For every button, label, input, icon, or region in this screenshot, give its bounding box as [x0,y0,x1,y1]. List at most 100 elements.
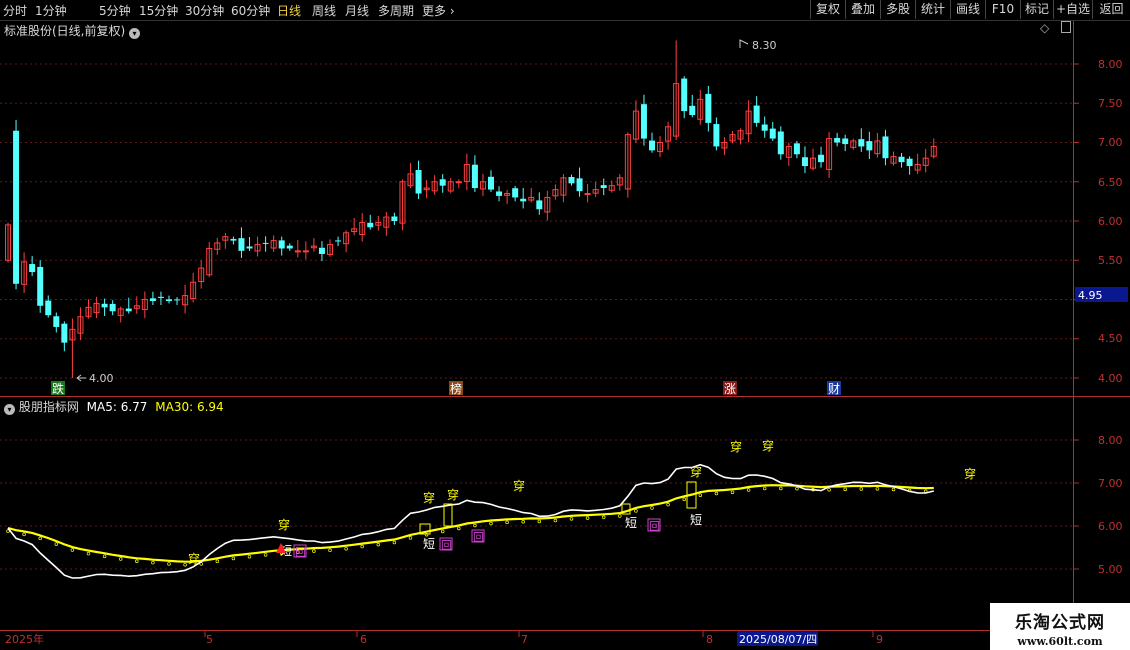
candle-body-down [898,156,905,163]
price-tick: 6.00 [1098,215,1123,228]
candle-body-down [13,130,20,284]
ma30-dot [263,553,268,557]
candle-body-down [842,138,849,145]
price-tick: 8.00 [1098,58,1123,71]
ma30-dot [118,557,123,561]
ma30-dot [859,487,864,491]
kline-chart[interactable]: 穿穿穿 穿穿穿穿 穿穿短 短短 短回回回回 8.00 7.50 7.00 6.50 6.… [0,0,1130,650]
ma30-dot [634,509,638,513]
signal-chuan: 穿 [513,478,525,493]
time-label: 7 [521,633,528,646]
candle-body-down [335,240,342,242]
ma30-dot [376,542,381,547]
signal-hui: 回 [295,546,306,559]
signal-chuan: 穿 [278,517,290,532]
diamond-icon[interactable]: ◇ [1040,21,1049,35]
candle-body-down [649,140,655,151]
candle-body-down [174,299,181,301]
candle-body-down [238,238,245,251]
time-label: 8 [706,633,713,646]
candle-body-down [818,154,825,163]
signal-hui: 回 [473,531,484,544]
indicator-signals: 穿穿穿 穿穿穿穿 穿穿短 短短 短回回回回 [188,438,976,566]
ma30-line [7,484,934,563]
ma30-dot [682,497,686,502]
candle-body-down [793,143,800,155]
candle-body-down [496,191,503,196]
indicator-tick: 8.00 [1098,434,1123,447]
candle-body-down [640,104,647,139]
ma30-dot [440,529,445,534]
time-label: 6 [360,633,367,646]
ma30-dot [585,516,590,520]
ma30-dot [328,548,332,553]
candle-body-down [536,200,543,210]
watermark-title: 乐淘公式网 [1015,613,1105,633]
chevron-down-icon[interactable]: ▾ [129,28,141,39]
event-marker-bang[interactable]: 榜 [450,381,462,396]
candle-body-down [576,178,583,192]
candle-body-down [125,308,132,312]
signal-hui: 回 [649,520,660,533]
ma30-dot [151,560,155,565]
ma30-dot [360,544,364,549]
ma30-dot [875,487,880,491]
signal-duan: 短 [625,516,637,530]
signal-chuan: 穿 [730,439,742,454]
candle-body-up [584,193,591,196]
ma30-dot [762,486,767,491]
price-tick: 7.50 [1098,97,1123,110]
candle-body-down [278,240,285,249]
ma30-dot [86,551,91,556]
candle-body-down [166,299,172,302]
candle-body-down [512,188,519,198]
candle-body-down [520,198,527,202]
ma30-dot [489,521,493,526]
candle-body-down [769,128,776,139]
candle-body-down [568,177,575,184]
indicator-tick: 7.00 [1098,477,1123,490]
ma30-dot [408,536,413,540]
ma30-dot [714,491,719,496]
candle-body-down [415,170,422,194]
ma30-dot [22,532,26,537]
chevron-down-icon[interactable]: ▾ [4,404,15,415]
signal-chuan: 穿 [423,490,435,505]
candle-body-down [367,222,374,228]
signal-chuan: 穿 [762,438,774,453]
collapse-toggle-icon[interactable] [1061,21,1072,33]
event-marker-die[interactable]: 跌 [52,381,64,396]
candle-body-down [286,245,293,249]
event-marker-zhang[interactable]: 涨 [724,381,736,396]
watermark-logo: 乐淘公式网 www.60lt.com [990,603,1130,650]
grid-lines [0,20,1130,637]
ma30-dot [457,526,461,531]
candle-body-down [471,164,478,189]
ma30-dot [70,548,75,552]
ma30-dot [312,549,316,553]
ma30-dot [38,536,42,541]
candle-body-down [858,139,865,147]
ma30-dot [344,546,348,551]
low-annotation: 4.00 [76,372,114,385]
event-marker-cai[interactable]: 财 [828,382,840,396]
ma30-dot [601,515,606,520]
candle-body-down [801,157,808,167]
candle-body-down [713,124,720,147]
stock-title-bar: 标准股份(日线,前复权) ▾ [4,22,141,39]
low-price-label: 4.00 [89,372,114,385]
candle-body-up [455,181,462,184]
ma30-dot [698,493,703,497]
candle-body-down [439,179,446,186]
main-panel-controls: ◇ [1040,21,1072,35]
candle-body-down [681,78,688,112]
watermark-url: www.60lt.com [1017,635,1103,648]
candle-body-down [777,131,784,155]
candle-body-down [318,247,325,254]
ma30-dot [473,523,477,528]
signal-chuan: 穿 [447,487,459,502]
candle-body-down [600,185,607,189]
signal-bar [443,503,453,527]
price-tick: 4.50 [1098,332,1123,345]
price-tick: 4.00 [1098,372,1123,385]
